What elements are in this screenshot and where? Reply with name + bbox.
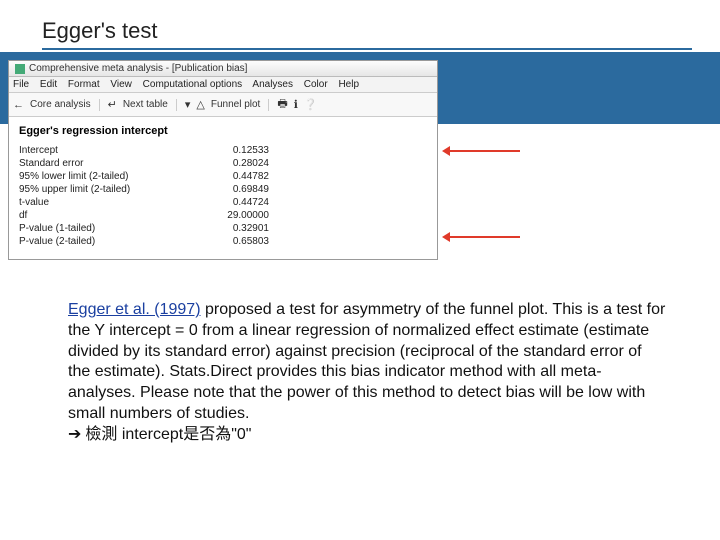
app-titlebar: Comprehensive meta analysis - [Publicati…	[9, 61, 437, 77]
row-value: 0.32901	[189, 223, 269, 234]
arrow-annotation-pvalue	[450, 236, 520, 238]
row-value: 29.00000	[189, 210, 269, 221]
body-text: Egger et al. (1997) proposed a test for …	[68, 300, 668, 446]
help-icon[interactable]: ❔	[304, 98, 318, 111]
arrow-annotation-intercept	[450, 150, 520, 152]
row-value: 0.28024	[189, 158, 269, 169]
app-window: Comprehensive meta analysis - [Publicati…	[8, 60, 438, 260]
row-label: P-value (2-tailed)	[19, 236, 189, 247]
title-underline	[42, 48, 692, 50]
menu-analyses[interactable]: Analyses	[252, 79, 293, 90]
row-value: 0.44724	[189, 197, 269, 208]
paragraph-rest: proposed a test for asymmetry of the fun…	[68, 301, 665, 422]
row-value: 0.44782	[189, 171, 269, 182]
funnel-plot-icon[interactable]: △	[196, 98, 204, 111]
row-value: 0.69849	[189, 184, 269, 195]
row-value: 0.12533	[189, 145, 269, 156]
separator	[268, 99, 269, 111]
menu-file[interactable]: File	[13, 79, 29, 90]
separator	[99, 99, 100, 111]
row-label: 95% upper limit (2-tailed)	[19, 184, 189, 195]
toolbar: ← Core analysis ↵ Next table ▾ △ Funnel …	[9, 93, 437, 117]
row-label: Standard error	[19, 158, 189, 169]
menu-edit[interactable]: Edit	[40, 79, 57, 90]
app-icon	[15, 64, 25, 74]
next-table-button[interactable]: Next table	[123, 99, 168, 110]
print-icon[interactable]: 🖶	[277, 95, 287, 114]
menu-help[interactable]: Help	[338, 79, 359, 90]
stats-table: Intercept0.12533 Standard error0.28024 9…	[19, 145, 427, 247]
menubar: File Edit Format View Computational opti…	[9, 77, 437, 93]
dropdown-icon[interactable]: ▾	[185, 98, 191, 111]
bullet-text: 檢測 intercept是否為"0"	[85, 426, 251, 443]
separator	[176, 99, 177, 111]
menu-view[interactable]: View	[110, 79, 132, 90]
row-label: t-value	[19, 197, 189, 208]
menu-format[interactable]: Format	[68, 79, 100, 90]
content-pane: Egger's regression intercept Intercept0.…	[9, 117, 437, 259]
menu-computational-options[interactable]: Computational options	[143, 79, 243, 90]
next-table-icon[interactable]: ↵	[108, 98, 117, 111]
slide-title: Egger's test	[42, 18, 157, 44]
bullet-arrow-icon: ➔	[68, 426, 81, 443]
row-label: Intercept	[19, 145, 189, 156]
window-title: Comprehensive meta analysis - [Publicati…	[29, 63, 247, 74]
menu-color[interactable]: Color	[304, 79, 328, 90]
slide-title-bar: Egger's test	[0, 0, 720, 52]
core-analysis-button[interactable]: Core analysis	[30, 99, 91, 110]
egger-1997-link[interactable]: Egger et al. (1997)	[68, 301, 201, 318]
back-arrow-icon[interactable]: ←	[13, 99, 24, 111]
row-label: 95% lower limit (2-tailed)	[19, 171, 189, 182]
funnel-plot-button[interactable]: Funnel plot	[211, 99, 260, 110]
bullet-line: ➔檢測 intercept是否為"0"	[68, 425, 668, 446]
paragraph: Egger et al. (1997) proposed a test for …	[68, 300, 668, 425]
info-icon[interactable]: ℹ	[294, 98, 298, 111]
row-value: 0.65803	[189, 236, 269, 247]
row-label: df	[19, 210, 189, 221]
content-heading: Egger's regression intercept	[19, 125, 427, 137]
row-label: P-value (1-tailed)	[19, 223, 189, 234]
